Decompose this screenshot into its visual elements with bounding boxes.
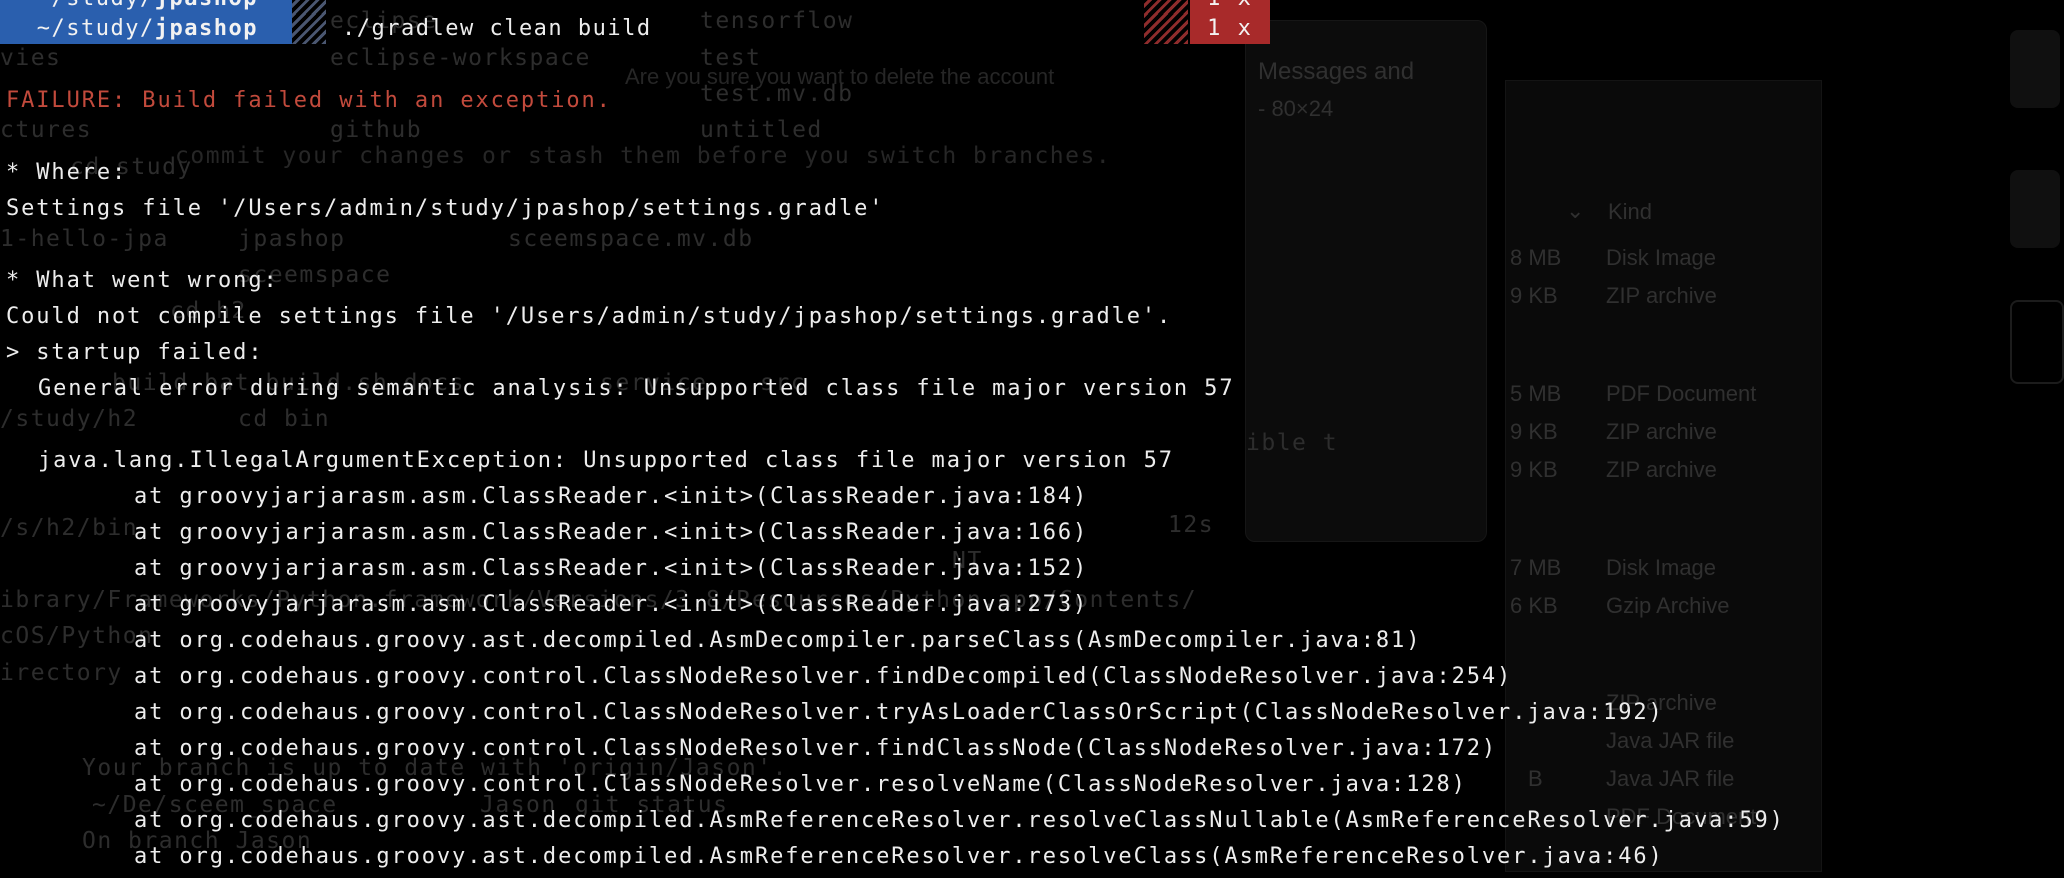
stack-frame: at org.codehaus.groovy.ast.decompiled.As…: [134, 808, 1785, 833]
bg-text: /s/h2/bin: [0, 515, 139, 541]
exception-line: java.lang.IllegalArgumentException: Unsu…: [38, 448, 1174, 473]
wrong-heading: * What went wrong:: [6, 268, 279, 293]
exit-status-badge: 1 x: [1190, 14, 1270, 44]
stack-frame: at org.codehaus.groovy.control.ClassNode…: [134, 664, 1513, 689]
prompt-separator-icon: [292, 0, 326, 14]
row-kind: Java JAR file: [1606, 766, 1735, 791]
chevron-down-icon: ⌄: [1566, 198, 1585, 223]
bg-text: eclipse-workspace: [330, 45, 591, 71]
stack-frame: at org.codehaus.groovy.ast.decompiled.As…: [134, 628, 1422, 653]
background-window-subtitle: - 80×24: [1258, 96, 1334, 121]
row-size: B: [1528, 766, 1543, 791]
failure-message: FAILURE: Build failed with an exception.: [6, 88, 612, 113]
background-kind-header: Kind: [1608, 199, 1653, 224]
path-directory: jpashop: [154, 16, 258, 41]
row-size: 9 KB: [1510, 283, 1558, 308]
row-kind: Disk Image: [1606, 555, 1717, 580]
row-kind: Java JAR file: [1606, 728, 1735, 753]
stack-frame: at org.codehaus.groovy.control.ClassNode…: [134, 700, 1664, 725]
bg-text: 1-hello-jpa: [0, 226, 169, 252]
stack-frame: at groovyjarjarasm.asm.ClassReader.<init…: [134, 484, 1089, 509]
startup-failed-line: > startup failed:: [6, 340, 264, 365]
background-desktop-icon-2: [2010, 170, 2060, 248]
prompt-command: ./gradlew clean build: [342, 16, 652, 41]
bg-text: untitled: [700, 117, 823, 143]
stack-frame: at groovyjarjarasm.asm.ClassReader.<init…: [134, 520, 1089, 545]
prompt-separator-icon: [292, 14, 326, 44]
where-detail: Settings file '/Users/admin/study/jpasho…: [6, 196, 885, 221]
bg-text: vies: [0, 45, 62, 71]
wrong-detail: Could not compile settings file '/Users/…: [6, 304, 1173, 329]
bg-text: /study/h2: [0, 406, 139, 432]
prompt-path: ~/study/jpashop: [0, 14, 292, 44]
row-kind: ZIP archive: [1606, 419, 1717, 444]
row-kind: Disk Image: [1606, 245, 1717, 270]
stack-frame: at org.codehaus.groovy.control.ClassNode…: [134, 736, 1498, 761]
row-kind: ZIP archive: [1606, 457, 1717, 482]
status-separator-icon: [1144, 14, 1188, 44]
bg-text: commit your changes or stash them before…: [175, 143, 1112, 169]
previous-exit-status-badge: 1 x: [1190, 0, 1270, 14]
bg-text: github: [330, 117, 423, 143]
bg-text: 12s: [1168, 512, 1215, 538]
bg-text: jpashop: [238, 226, 346, 252]
bg-text: test: [700, 45, 762, 71]
bg-text: ible t: [1246, 430, 1339, 456]
path-prefix: ~/study/: [22, 0, 155, 11]
background-window-title: Messages and: [1258, 58, 1415, 85]
bg-text: irectory: [0, 660, 123, 686]
bg-text: cd bin: [238, 406, 331, 432]
stack-frame: at org.codehaus.groovy.control.ClassNode…: [134, 772, 1467, 797]
general-error-line: General error during semantic analysis: …: [38, 376, 1235, 401]
row-size: 5 MB: [1510, 381, 1562, 406]
row-size: 9 KB: [1510, 457, 1558, 482]
row-size: 7 MB: [1510, 555, 1562, 580]
stack-frame: at groovyjarjarasm.asm.ClassReader.<init…: [134, 556, 1089, 581]
row-kind: ZIP archive: [1606, 283, 1717, 308]
background-desktop-icon-3: [2010, 300, 2064, 384]
path-prefix: ~/study/: [22, 16, 155, 41]
bg-text: sceemspace.mv.db: [508, 226, 754, 252]
bg-text: cOS/Python: [0, 623, 154, 649]
stack-frame: at groovyjarjarasm.asm.ClassReader.<init…: [134, 592, 1089, 617]
status-separator-icon: [1144, 0, 1188, 14]
row-size: 9 KB: [1510, 419, 1558, 444]
previous-prompt-path: ~/study/jpashop: [0, 0, 292, 14]
row-kind: Gzip Archive: [1606, 593, 1730, 618]
bg-text: tensorflow: [700, 8, 854, 34]
where-heading: * Where:: [6, 160, 128, 185]
row-size: 6 KB: [1510, 593, 1558, 618]
row-size: 8 MB: [1510, 245, 1562, 270]
row-kind: PDF Document: [1606, 381, 1757, 406]
stack-frame: at org.codehaus.groovy.ast.decompiled.As…: [134, 844, 1664, 869]
bg-text: test.mv.db: [700, 81, 854, 107]
bg-text: ctures: [0, 117, 93, 143]
background-desktop-icon-1: [2010, 30, 2060, 108]
path-directory: jpashop: [155, 0, 258, 11]
